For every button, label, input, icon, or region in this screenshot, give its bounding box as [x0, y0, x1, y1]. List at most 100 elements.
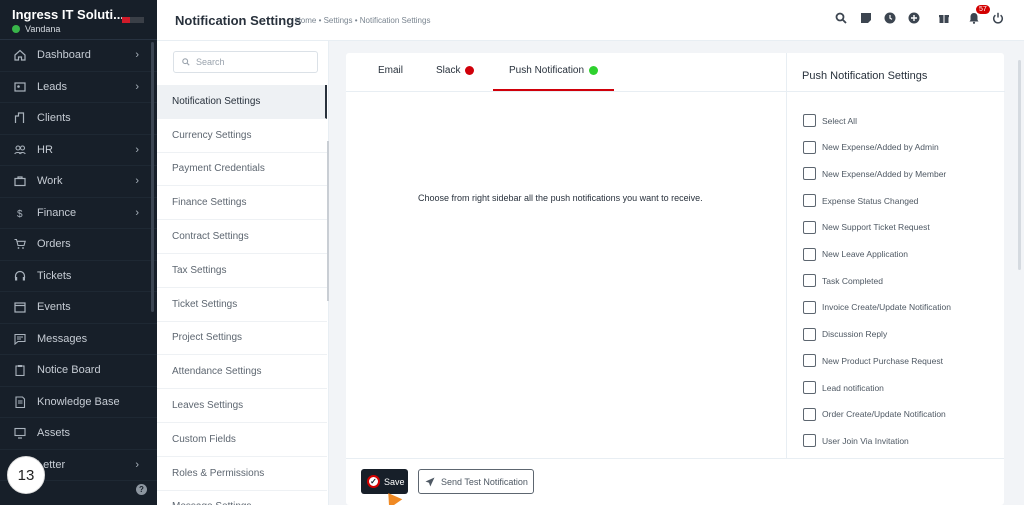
tab-slack[interactable]: Slack	[436, 65, 475, 76]
settings-menu-item[interactable]: Project Settings	[157, 322, 327, 356]
checkbox[interactable]	[803, 220, 816, 234]
save-button[interactable]: ✓ Save	[361, 469, 408, 494]
settings-menu-item[interactable]: Currency Settings	[157, 119, 327, 153]
gift-icon[interactable]	[937, 11, 951, 25]
sidebar-nav: Dashboard › Leads › Clients HR › Work › $ Finance ›…	[0, 40, 157, 481]
search-placeholder: Search	[196, 57, 225, 67]
push-option-label: User Join Via Invitation	[822, 435, 909, 446]
search-icon[interactable]	[834, 11, 848, 25]
top-header: Notification Settings Home • Settings • …	[157, 0, 1024, 41]
slack-status-dot	[465, 66, 475, 75]
sidebar-item-finance[interactable]: $ Finance ›	[0, 198, 157, 229]
checkbox[interactable]	[803, 140, 816, 154]
sidebar-item-label: HR	[37, 143, 53, 156]
sidebar-item-label: Events	[37, 301, 71, 314]
check-icon: ✓	[367, 475, 380, 488]
push-option-label: New Expense/Added by Member	[822, 168, 947, 179]
sidebar-item-work[interactable]: Work ›	[0, 166, 157, 198]
sticky-note-icon[interactable]	[859, 11, 873, 25]
send-test-notification-button[interactable]: Send Test Notification	[418, 469, 534, 494]
push-option[interactable]: New Leave Application	[803, 247, 908, 261]
push-option[interactable]: Invoice Create/Update Notification	[803, 300, 951, 314]
push-status-dot	[589, 66, 599, 75]
cart-icon	[12, 236, 28, 252]
checkbox[interactable]	[803, 300, 816, 314]
push-option[interactable]: Lead notification	[803, 381, 884, 394]
settings-menu-item[interactable]: Payment Credentials	[157, 153, 327, 187]
push-option[interactable]: New Expense/Added by Member	[803, 167, 947, 181]
sidebar-item-knowledge-base[interactable]: Knowledge Base	[0, 387, 157, 418]
sidebar-item-orders[interactable]: Orders	[0, 229, 157, 261]
tab-label: Slack	[436, 65, 461, 76]
power-icon[interactable]	[991, 11, 1005, 25]
checkbox[interactable]	[803, 407, 816, 421]
breadcrumb: Home • Settings • Notification Settings	[295, 16, 431, 25]
sidebar-item-dashboard[interactable]: Dashboard ›	[0, 40, 157, 72]
sidebar-item-messages[interactable]: Messages	[0, 324, 157, 355]
settings-search-input[interactable]: Search	[173, 51, 318, 73]
sidebar-item-leads[interactable]: Leads ›	[0, 72, 157, 103]
settings-menu-item[interactable]: Roles & Permissions	[157, 457, 327, 491]
push-option[interactable]: Discussion Reply	[803, 327, 887, 341]
settings-menu-item[interactable]: Notification Settings	[157, 85, 327, 119]
online-status-dot	[12, 25, 20, 33]
push-option[interactable]: User Join Via Invitation	[803, 434, 909, 448]
checkbox[interactable]	[803, 434, 816, 448]
checkbox[interactable]	[803, 114, 816, 127]
settings-menu-item[interactable]: Finance Settings	[157, 186, 327, 221]
settings-menu-item[interactable]: Message Settings	[157, 491, 327, 505]
checkbox[interactable]	[803, 274, 816, 288]
push-option[interactable]: Task Completed	[803, 274, 883, 288]
chevron-right-icon: ›	[135, 80, 139, 93]
sidebar-item-notice-board[interactable]: Notice Board	[0, 355, 157, 387]
help-icon[interactable]: ?	[136, 484, 147, 495]
contact-card-icon	[12, 79, 28, 95]
checkbox[interactable]	[803, 167, 816, 181]
sidebar-item-tickets[interactable]: Tickets	[0, 261, 157, 292]
chat-icon	[12, 331, 28, 347]
settings-menu-scrollbar[interactable]	[327, 141, 329, 301]
push-option[interactable]: New Product Purchase Request	[803, 354, 943, 368]
svg-text:$: $	[17, 209, 23, 219]
clock-icon[interactable]	[883, 11, 897, 25]
push-option[interactable]: New Support Ticket Request	[803, 220, 930, 234]
sidebar-item-clients[interactable]: Clients	[0, 103, 157, 135]
push-option-label: Order Create/Update Notification	[822, 409, 946, 420]
brand-header[interactable]: Ingress IT Soluti... Vandana	[0, 0, 157, 40]
push-option[interactable]: Expense Status Changed	[803, 194, 918, 208]
push-option[interactable]: Select All	[803, 114, 857, 127]
notification-settings-card: Email Slack Push Notification Choose fro…	[346, 53, 1005, 505]
settings-menu-item[interactable]: Custom Fields	[157, 423, 327, 457]
sidebar-item-label: Knowledge Base	[37, 395, 120, 408]
settings-menu: Search Notification Settings Currency Set…	[157, 41, 329, 505]
sidebar-item-hr[interactable]: HR ›	[0, 135, 157, 166]
sidebar-item-label: Assets	[37, 427, 71, 440]
chevron-right-icon: ›	[135, 143, 139, 156]
notification-tabs: Email Slack Push Notification	[346, 53, 786, 92]
checkbox[interactable]	[803, 247, 816, 261]
settings-menu-item[interactable]: Attendance Settings	[157, 355, 327, 390]
checkbox[interactable]	[803, 327, 816, 341]
calendar-icon	[12, 299, 28, 315]
page-scrollbar[interactable]	[1018, 60, 1021, 270]
tab-email[interactable]: Email	[378, 65, 403, 76]
checkbox[interactable]	[803, 354, 816, 368]
checkbox[interactable]	[803, 194, 816, 208]
push-option[interactable]: New Expense/Added by Admin	[803, 140, 939, 154]
checkbox[interactable]	[803, 381, 816, 394]
chevron-right-icon: ›	[135, 458, 139, 471]
push-notification-panel: Push Notification Settings Select All New…	[786, 53, 1005, 458]
add-circle-icon[interactable]	[907, 11, 921, 25]
sidebar-scrollbar[interactable]	[151, 42, 154, 312]
settings-menu-item[interactable]: Leaves Settings	[157, 389, 327, 423]
tab-push-notification[interactable]: Push Notification	[509, 65, 599, 76]
settings-menu-item[interactable]: Tax Settings	[157, 254, 327, 288]
settings-menu-item[interactable]: Ticket Settings	[157, 288, 327, 322]
settings-menu-item[interactable]: Contract Settings	[157, 220, 327, 254]
sidebar-item-events[interactable]: Events	[0, 292, 157, 324]
sidebar-item-assets[interactable]: Assets	[0, 418, 157, 450]
tab-label: Push Notification	[509, 65, 585, 76]
push-option[interactable]: Order Create/Update Notification	[803, 407, 946, 421]
paper-plane-icon	[425, 477, 435, 486]
chevron-right-icon: ›	[135, 49, 139, 61]
